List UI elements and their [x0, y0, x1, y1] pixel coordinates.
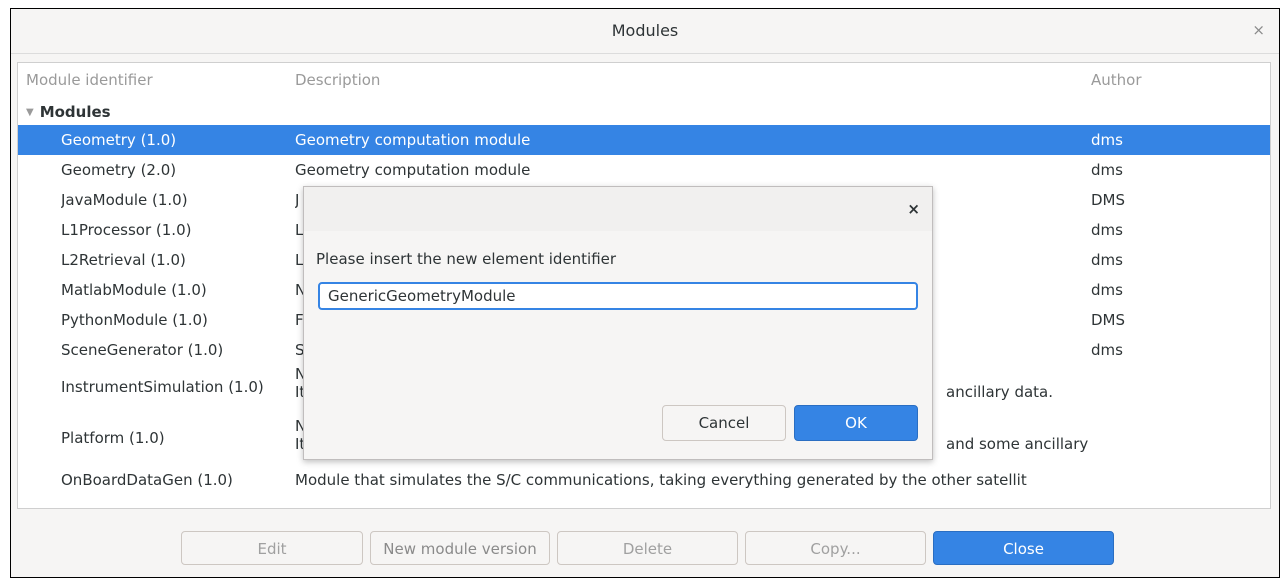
- table-row[interactable]: Geometry (1.0) Geometry computation modu…: [18, 125, 1270, 155]
- row-identifier: L1Processor (1.0): [61, 221, 192, 239]
- edit-button[interactable]: Edit: [181, 531, 363, 565]
- cancel-button[interactable]: Cancel: [662, 405, 786, 441]
- row-author: dms: [1091, 281, 1123, 299]
- row-identifier: JavaModule (1.0): [61, 191, 188, 209]
- column-header-author[interactable]: Author: [1091, 71, 1142, 89]
- row-author: dms: [1091, 161, 1123, 179]
- tree-group-modules[interactable]: ▼ Modules: [26, 103, 111, 121]
- dialog-close-icon[interactable]: ×: [907, 200, 920, 218]
- row-description: Geometry computation module: [295, 161, 531, 179]
- row-author: DMS: [1091, 311, 1126, 329]
- row-description-tail: ancillary data.: [946, 383, 1054, 401]
- table-row[interactable]: Geometry (2.0) Geometry computation modu…: [18, 155, 1270, 185]
- table-row[interactable]: OnBoardDataGen (1.0) Module that simulat…: [18, 465, 1270, 495]
- group-label: Modules: [39, 103, 111, 121]
- row-identifier: L2Retrieval (1.0): [61, 251, 186, 269]
- identifier-input[interactable]: [318, 282, 918, 310]
- new-identifier-dialog: × Please insert the new element identifi…: [303, 186, 933, 460]
- row-author: DMS: [1091, 191, 1126, 209]
- window-title: Modules: [611, 21, 679, 40]
- new-module-version-button[interactable]: New module version: [370, 531, 550, 565]
- row-description: Module that simulates the S/C communicat…: [295, 471, 1027, 489]
- row-author: dms: [1091, 251, 1123, 269]
- row-author: dms: [1091, 341, 1123, 359]
- row-identifier: Geometry (2.0): [61, 161, 177, 179]
- row-description-tail: and some ancillary: [946, 435, 1089, 453]
- close-button[interactable]: Close: [933, 531, 1114, 565]
- row-identifier: MatlabModule (1.0): [61, 281, 207, 299]
- row-identifier: Geometry (1.0): [61, 131, 177, 149]
- row-identifier: PythonModule (1.0): [61, 311, 208, 329]
- ok-button[interactable]: OK: [794, 405, 918, 441]
- copy-button[interactable]: Copy...: [745, 531, 926, 565]
- column-header-identifier[interactable]: Module identifier: [26, 71, 153, 89]
- column-header-description[interactable]: Description: [295, 71, 380, 89]
- row-author: dms: [1091, 221, 1123, 239]
- expand-triangle-icon[interactable]: ▼: [26, 107, 34, 118]
- row-identifier: SceneGenerator (1.0): [61, 341, 224, 359]
- table-header: Module identifier Description Author: [18, 63, 1270, 97]
- row-identifier: OnBoardDataGen (1.0): [61, 471, 233, 489]
- delete-button[interactable]: Delete: [557, 531, 738, 565]
- dialog-titlebar: ×: [304, 187, 932, 231]
- row-identifier: InstrumentSimulation (1.0): [61, 378, 264, 396]
- dialog-prompt: Please insert the new element identifier: [316, 250, 617, 268]
- row-author: dms: [1091, 131, 1123, 149]
- window-titlebar: Modules ×: [11, 9, 1279, 54]
- row-identifier: Platform (1.0): [61, 429, 165, 447]
- action-bar: Edit New module version Delete Copy... C…: [11, 531, 1279, 567]
- window-close-icon[interactable]: ×: [1252, 21, 1265, 39]
- row-description: Geometry computation module: [295, 131, 531, 149]
